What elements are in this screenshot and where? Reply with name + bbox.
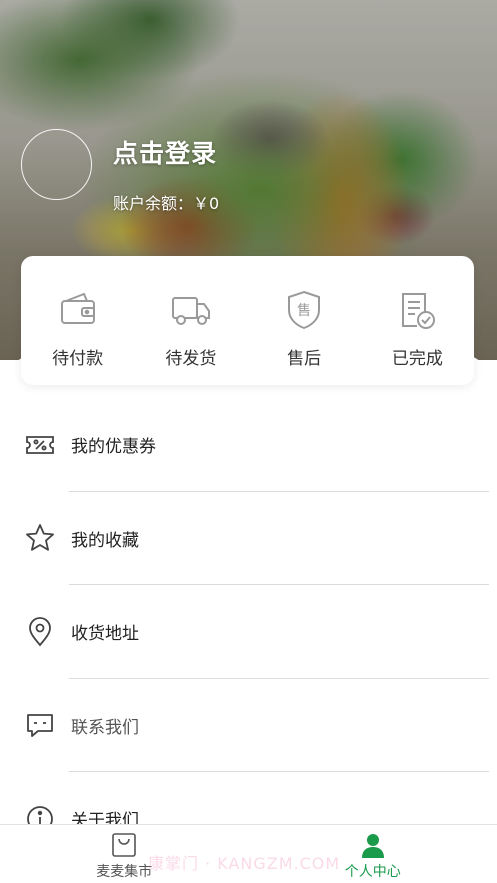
menu-item-favorites[interactable]: 我的收藏 [0,492,497,585]
coupon-icon [26,435,54,454]
menu-item-coupons-label: 我的优惠券 [71,437,156,458]
order-pending-shipment-label: 待发货 [165,349,217,369]
location-pin-icon [29,616,51,647]
login-button[interactable]: 点击登录 [113,134,217,170]
shopping-bag-icon [112,833,137,857]
menu-item-favorites-label: 我的收藏 [71,530,139,551]
menu-item-coupons[interactable]: 我的优惠券 [0,398,497,492]
star-icon [26,524,54,551]
menu-item-address-label: 收货地址 [71,624,139,645]
order-after-sales[interactable]: 售 售后 [248,256,361,385]
chat-bubble-icon [27,714,53,738]
bottom-tab-bar: 麦麦集市 个人中心 [0,824,497,883]
svg-text:售: 售 [297,303,311,319]
order-completed-label: 已完成 [391,349,443,369]
completed-document-icon [402,293,436,329]
tab-profile[interactable]: 个人中心 [249,825,497,883]
menu-item-address[interactable]: 收货地址 [0,585,497,679]
account-balance: 账户余额：￥0 [113,194,220,213]
tab-profile-label: 个人中心 [344,864,401,880]
menu-item-contact[interactable]: 联系我们 [0,679,497,772]
order-after-sales-label: 售后 [287,349,322,369]
user-icon [361,834,384,858]
truck-icon [171,297,210,325]
menu-list: 我的优惠券 我的收藏 收货地址 联系我们 关于我们 [0,398,497,866]
order-pending-shipment[interactable]: 待发货 [134,256,247,385]
order-status-card: 待付款 待发货 售 售后 已完成 [21,256,474,385]
tab-market-label: 麦麦集市 [96,864,153,880]
order-completed[interactable]: 已完成 [361,256,474,385]
order-pending-payment[interactable]: 待付款 [21,256,134,385]
order-pending-payment-label: 待付款 [52,349,104,369]
avatar[interactable] [21,129,92,200]
after-sales-shield-icon: 售 [288,290,321,330]
menu-item-contact-label: 联系我们 [71,717,139,738]
wallet-icon [60,292,95,324]
tab-market[interactable]: 麦麦集市 [0,825,249,883]
